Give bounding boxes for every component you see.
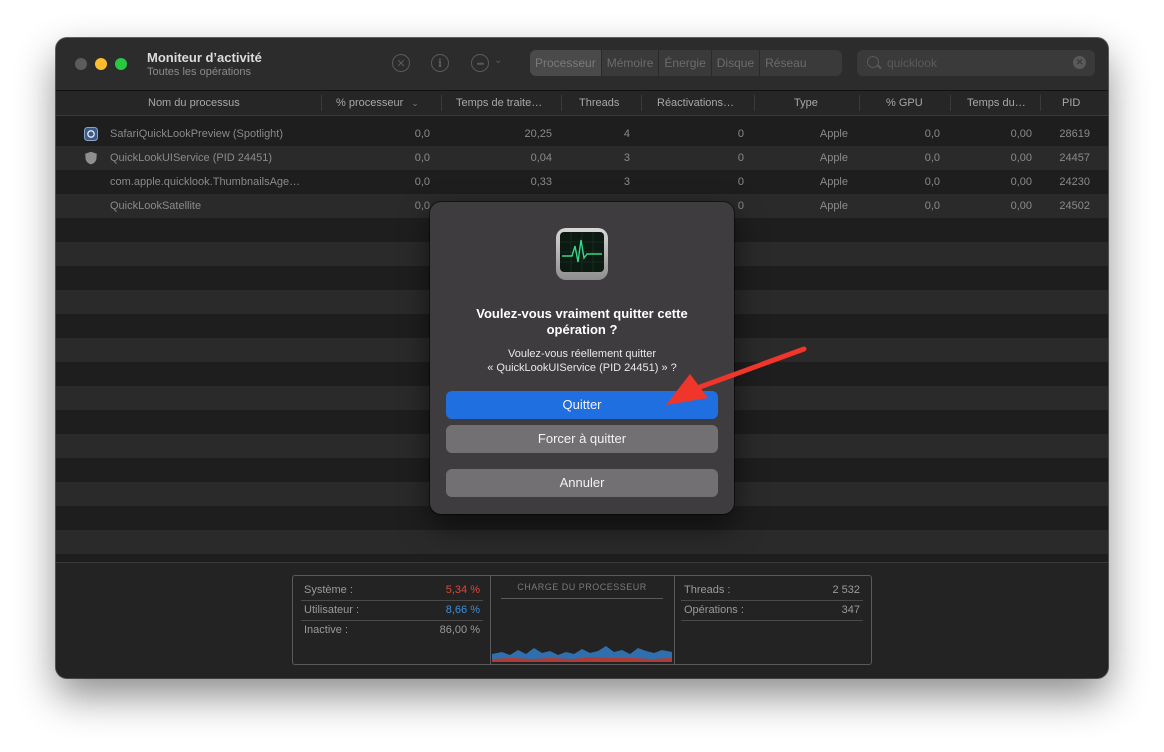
search-icon [867,56,879,68]
process-type: Apple [819,152,848,164]
processes-label: Opérations : [684,604,744,616]
wakeups: 0 [737,176,744,188]
stop-process-icon[interactable]: ✕ [392,54,410,72]
table-row[interactable]: com.apple.quicklook.ThumbnailsAge… 0,0 0… [56,170,1108,194]
clear-search-icon[interactable]: ✕ [1073,56,1086,69]
pid: 28619 [1059,128,1090,140]
process-name: com.apple.quicklook.ThumbnailsAge… [110,176,301,188]
shield-icon [85,151,97,165]
gpu-time: 0,00 [1010,176,1032,188]
cpu-stats-box: Système : 5,34 % Utilisateur : 8,66 % In… [292,575,872,665]
dialog-message: Voulez-vous réellement quitter « QuickLo… [454,347,710,375]
pid: 24502 [1059,200,1090,212]
gpu-time: 0,00 [1010,128,1032,140]
process-type: Apple [819,200,848,212]
dialog-message-line1: Voulez-vous réellement quitter [508,348,656,360]
column-header-name[interactable]: Nom du processus [148,91,318,115]
tab-disque[interactable]: Disque [712,50,761,76]
cpu-load-graph [492,646,672,662]
column-header-gpu-time[interactable]: Temps du… [967,91,1033,115]
tab-memoire[interactable]: Mémoire [602,50,660,76]
tab-reseau[interactable]: Réseau [760,50,811,76]
table-header: Nom du processus % processeur ⌄ Temps de … [56,91,1108,116]
column-header-cpu-label: % processeur [336,97,404,109]
user-label: Utilisateur : [304,604,360,616]
table-row[interactable]: SafariQuickLookPreview (Spotlight) 0,0 2… [56,122,1108,146]
pid: 24457 [1059,152,1090,164]
activity-monitor-app-icon [556,228,608,280]
window-subtitle: Toutes les opérations [147,66,251,78]
process-name: SafariQuickLookPreview (Spotlight) [110,128,284,140]
gpu-time: 0,00 [1010,200,1032,212]
threads: 3 [623,176,630,188]
cpu-time: 0,33 [530,176,552,188]
threads-value: 2 532 [832,584,860,596]
cpu-percent: 0,0 [414,200,430,212]
chevron-down-icon[interactable]: ⌄ [494,55,502,66]
quit-button[interactable]: Quitter [446,391,718,419]
column-header-gpu[interactable]: % GPU [886,91,946,115]
gpu-percent: 0,0 [924,152,940,164]
toolbar: Moniteur d’activité Toutes les opération… [56,38,1108,91]
cpu-load-title: CHARGE DU PROCESSEUR [517,582,647,592]
cpu-time: 0,04 [530,152,552,164]
cpu-percent: 0,0 [414,152,430,164]
process-type: Apple [819,176,848,188]
force-quit-button[interactable]: Forcer à quitter [446,425,718,453]
tab-processeur[interactable]: Processeur [530,50,602,76]
wakeups: 0 [737,128,744,140]
table-row[interactable]: QuickLookUIService (PID 24451) 0,0 0,04 … [56,146,1108,170]
sort-descending-icon: ⌄ [411,98,419,108]
column-header-cpu-time[interactable]: Temps de traite… [456,91,556,115]
search-input[interactable] [887,55,1067,71]
threads: 3 [623,152,630,164]
column-header-cpu[interactable]: % processeur ⌄ [336,91,426,115]
gpu-percent: 0,0 [924,176,940,188]
idle-label: Inactive : [304,624,349,636]
pid: 24230 [1059,176,1090,188]
cancel-button[interactable]: Annuler [446,469,718,497]
process-name: QuickLookSatellite [110,200,202,212]
empty-row [56,530,1108,554]
tab-energie[interactable]: Énergie [659,50,712,76]
column-header-wakeups[interactable]: Réactivations… [657,91,745,115]
column-header-pid[interactable]: PID [1062,91,1102,115]
search-field: ✕ [857,50,1095,76]
preview-app-icon [84,127,98,141]
category-tabs: Processeur Mémoire Énergie Disque Réseau [530,50,842,76]
column-header-type[interactable]: Type [794,91,854,115]
processes-value: 347 [841,604,860,616]
user-value: 8,66 % [445,604,480,616]
minimize-window-button[interactable] [95,58,107,70]
zoom-window-button[interactable] [115,58,127,70]
cpu-percent: 0,0 [414,176,430,188]
process-name: QuickLookUIService (PID 24451) [110,152,273,164]
gpu-time: 0,00 [1010,152,1032,164]
system-value: 5,34 % [445,584,480,596]
cpu-time: 20,25 [524,128,552,140]
quit-process-dialog: Voulez-vous vraiment quitter cette opéra… [430,202,734,514]
dialog-title: Voulez-vous vraiment quitter cette opéra… [476,306,688,337]
process-type: Apple [819,128,848,140]
threads: 4 [623,128,630,140]
dialog-message-line2: « QuickLookUIService (PID 24451) » ? [487,362,677,374]
cpu-summary-panel: Système : 5,34 % Utilisateur : 8,66 % In… [56,562,1108,678]
window-title: Moniteur d’activité [147,50,262,65]
info-icon[interactable]: i [431,54,449,72]
gpu-percent: 0,0 [924,200,940,212]
ellipsis-circle-icon[interactable]: ••• [471,54,489,72]
gpu-percent: 0,0 [924,128,940,140]
column-header-threads[interactable]: Threads [579,91,639,115]
system-label: Système : [304,584,353,596]
idle-value: 86,00 % [439,624,480,636]
threads-label: Threads : [684,584,731,596]
wakeups: 0 [737,152,744,164]
cpu-percent: 0,0 [414,128,430,140]
close-window-button[interactable] [75,58,87,70]
